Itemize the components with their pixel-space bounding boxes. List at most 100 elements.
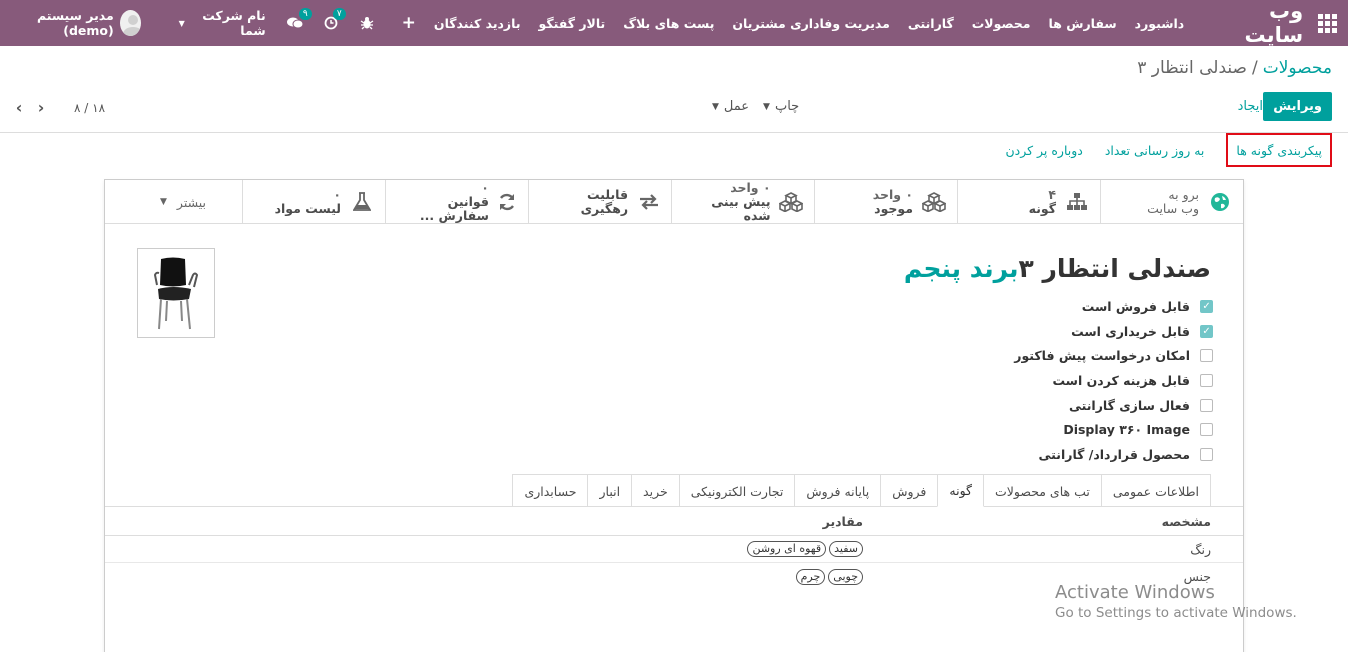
replenish-button[interactable]: دوباره پر کردن bbox=[999, 143, 1088, 158]
menu-item-orders[interactable]: سفارش ها bbox=[1049, 16, 1117, 31]
reordering-rules-button[interactable]: ۰ قوانین سفارش ... bbox=[385, 180, 528, 224]
checkbox-label: فعال سازی گارانتی bbox=[1068, 397, 1190, 413]
update-quantity-button[interactable]: به روز رسانی تعداد bbox=[1099, 143, 1211, 158]
contract-product-checkbox[interactable] bbox=[1200, 447, 1213, 461]
action-label: عمل bbox=[723, 99, 750, 114]
tab-ecommerce[interactable]: تجارت الکترونیکی bbox=[678, 474, 796, 507]
checkbox-label: قابل فروش است bbox=[1081, 298, 1190, 314]
quotation-request-checkbox[interactable] bbox=[1200, 349, 1213, 363]
tab-variants[interactable]: گونه bbox=[937, 474, 984, 507]
tab-general-info[interactable]: اطلاعات عمومی bbox=[1100, 474, 1211, 507]
messages-comments-icon[interactable]: ۹ bbox=[286, 8, 312, 30]
exchange-icon bbox=[636, 194, 661, 210]
on-hand-label: موجود bbox=[874, 201, 913, 216]
bug-icon[interactable] bbox=[360, 16, 374, 30]
menu-item-warranty[interactable]: گارانتی bbox=[908, 16, 954, 31]
notebook-tabs: اطلاعات عمومی تب های محصولات گونه فروش پ… bbox=[512, 474, 1211, 507]
chair-image bbox=[153, 257, 199, 330]
menu-item-products[interactable]: محصولات bbox=[972, 16, 1031, 31]
tab-accounting[interactable]: حسابداری bbox=[512, 474, 589, 507]
go-to-website-button[interactable]: برو به وب سایت bbox=[1100, 180, 1243, 224]
company-switcher[interactable]: نام شرکت شما ▼ bbox=[179, 8, 266, 38]
form-statusbar: پیکربندی گونه ها به روز رسانی تعداد دوبا… bbox=[993, 133, 1332, 167]
breadcrumb-separator: / bbox=[1251, 58, 1258, 78]
variants-count: ۴ bbox=[1048, 187, 1056, 202]
column-header-values[interactable]: مقادیر bbox=[105, 514, 863, 529]
chevron-left-icon[interactable]: ‹ bbox=[8, 98, 30, 117]
on-hand-button[interactable]: ۰ واحد موجود bbox=[814, 180, 957, 224]
menu-item-forum[interactable]: تالار گفتگو bbox=[539, 16, 606, 31]
breadcrumb-products-link[interactable]: محصولات bbox=[1263, 58, 1332, 78]
configure-variants-button[interactable]: پیکربندی گونه ها bbox=[1226, 133, 1332, 167]
activity-clock-icon[interactable]: ۷ bbox=[324, 8, 346, 30]
menu-item-blog-posts[interactable]: پست های بلاگ bbox=[623, 16, 714, 31]
product-image[interactable] bbox=[137, 248, 215, 338]
tab-purchase[interactable]: خرید bbox=[631, 474, 680, 507]
value-tag: چوبی bbox=[828, 568, 863, 585]
tab-inventory[interactable]: انبار bbox=[587, 474, 633, 507]
smart-button-box: برو به وب سایت ۴ گونه ۰ واحد موجود ۰ واحد پی… bbox=[105, 180, 1243, 224]
attribute-values: سفید قهوه ای روشن bbox=[105, 541, 863, 557]
cubes-icon bbox=[921, 192, 947, 212]
warranty-activation-checkbox[interactable] bbox=[1200, 398, 1213, 412]
caret-down-icon: ▼ bbox=[712, 101, 719, 112]
checkbox-label: Display ۳۶۰ Image bbox=[1063, 422, 1190, 438]
edit-button[interactable]: ویرایش bbox=[1263, 92, 1332, 121]
reordering-count: ۰ bbox=[481, 180, 489, 195]
navbar-systray: + ۷ ۹ نام شرکت شما ▼ مدیر سیستم (demo) bbox=[0, 8, 416, 38]
globe-icon bbox=[1207, 192, 1233, 212]
cubes-icon bbox=[779, 192, 804, 212]
column-header-attribute[interactable]: مشخصه bbox=[863, 514, 1243, 529]
tab-point-of-sale[interactable]: پایانه فروش bbox=[794, 474, 882, 507]
attributes-table: مشخصه مقادیر رنگ سفید قهوه ای روشن جنس چ… bbox=[105, 507, 1243, 590]
variants-button[interactable]: ۴ گونه bbox=[957, 180, 1100, 224]
table-row[interactable]: رنگ سفید قهوه ای روشن bbox=[105, 536, 1243, 563]
menu-item-loyalty[interactable]: مدیریت وفاداری مشتریان bbox=[732, 16, 889, 31]
action-dropdown[interactable]: عمل ▼ bbox=[712, 99, 749, 114]
checkbox-row-contract: محصول قرارداد/ گارانتی bbox=[1014, 442, 1213, 467]
display-360-checkbox[interactable] bbox=[1200, 423, 1213, 437]
sale-ok-checkbox[interactable]: ✓ bbox=[1200, 299, 1213, 313]
traceability-label: قابلیت رهگیری bbox=[580, 187, 629, 216]
tab-product-tabs[interactable]: تب های محصولات bbox=[983, 474, 1102, 507]
apps-menu-icon[interactable] bbox=[1307, 0, 1348, 46]
value-tag: چرم bbox=[795, 568, 826, 585]
action-menus: چاپ ▼ عمل ▼ bbox=[698, 99, 799, 114]
flask-icon bbox=[349, 192, 375, 212]
caret-down-icon: ▼ bbox=[178, 18, 185, 28]
menu-item-visitors[interactable]: بازدید کنندگان bbox=[434, 16, 521, 31]
plus-icon[interactable]: + bbox=[402, 13, 416, 33]
attribute-name: رنگ bbox=[1190, 541, 1211, 557]
main-menu: داشبورد سفارش ها محصولات گارانتی مدیریت … bbox=[416, 16, 1184, 31]
website-line2: وب سایت bbox=[1147, 201, 1199, 216]
purchase-ok-checkbox[interactable]: ✓ bbox=[1200, 324, 1213, 338]
checkbox-row-display-360: Display ۳۶۰ Image bbox=[1014, 417, 1213, 442]
bom-button[interactable]: ۰ لیست مواد bbox=[242, 180, 385, 224]
product-title[interactable]: صندلی انتظار ۳برند پنجم bbox=[904, 254, 1211, 283]
menu-item-dashboard[interactable]: داشبورد bbox=[1135, 16, 1185, 31]
can-be-expensed-checkbox[interactable] bbox=[1200, 373, 1213, 387]
value-tag: قهوه ای روشن bbox=[747, 541, 827, 557]
windows-activation-watermark: Activate Windows Go to Settings to activ… bbox=[1055, 582, 1297, 621]
activity-badge: ۷ bbox=[332, 8, 346, 20]
checkbox-row-expense: قابل هزینه کردن است bbox=[1014, 368, 1213, 393]
sitemap-icon bbox=[1064, 193, 1090, 211]
forecasted-button[interactable]: ۰ واحد پیش بینی شده bbox=[671, 180, 814, 224]
table-header: مشخصه مقادیر bbox=[105, 507, 1243, 536]
website-line1: برو به bbox=[1168, 187, 1199, 202]
traceability-button[interactable]: قابلیت رهگیری bbox=[528, 180, 671, 224]
messages-badge: ۹ bbox=[298, 8, 312, 20]
tab-sales[interactable]: فروش bbox=[880, 474, 939, 507]
app-brand-title[interactable]: وب سایت bbox=[1214, 0, 1303, 47]
company-name: نام شرکت شما bbox=[202, 8, 266, 38]
user-menu[interactable]: مدیر سیستم (demo) bbox=[8, 8, 141, 38]
variants-label: گونه bbox=[1028, 201, 1056, 216]
pager-value[interactable]: ۸ / ۱۸ bbox=[74, 101, 105, 115]
chevron-right-icon[interactable]: › bbox=[30, 98, 52, 117]
pager: ‹ › ۸ / ۱۸ bbox=[8, 98, 105, 117]
forecasted-label: پیش بینی شده bbox=[711, 194, 771, 223]
print-dropdown[interactable]: چاپ ▼ bbox=[763, 99, 799, 114]
more-dropdown[interactable]: بیشتر ▼ bbox=[105, 180, 242, 224]
create-button[interactable]: ایجاد bbox=[1238, 99, 1263, 114]
print-label: چاپ bbox=[774, 99, 800, 114]
